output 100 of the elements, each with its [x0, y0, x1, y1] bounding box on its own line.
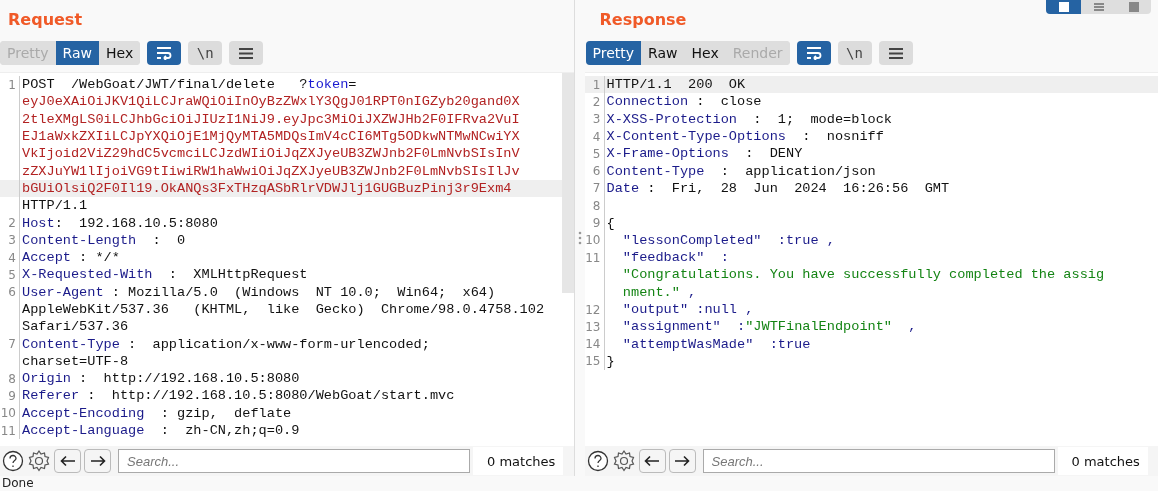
code-line: AppleWebKit/537.36 (KHTML, like Gecko) Chrome/98.0.4758.102 [21, 302, 545, 317]
code-line: HTTP/1.1 200 OK [605, 77, 746, 93]
code-line: X-Requested-With : XMLHttpRequest [21, 267, 308, 283]
layout-button[interactable] [1081, 0, 1116, 14]
help-icon[interactable] [586, 450, 609, 472]
line-number: 4 [584, 127, 605, 146]
code-line: "lessonCompleted" :true , [621, 232, 835, 248]
help-icon[interactable] [2, 450, 24, 472]
code-line: VkIjoid2ViZ29hdC5vcmciLCJzdWIiOiJqZXJyeUB3ZWJnb2F0LmNvbSIsInV [21, 146, 520, 162]
view-tab[interactable]: Pretty [585, 41, 642, 65]
code-line: Content-Length : 0 [21, 232, 186, 248]
newline-button[interactable]: \n [837, 41, 872, 65]
view-tab[interactable]: Raw [55, 41, 99, 65]
line-number: 12 [584, 300, 605, 319]
layout-button[interactable] [1046, 0, 1081, 14]
menu-button[interactable] [878, 41, 913, 65]
line-number: 14 [584, 335, 605, 353]
line-number: 2 [0, 214, 20, 232]
code-line: "assignment" :"JWTFinalEndpoint" , [621, 319, 917, 335]
scrollbar[interactable] [561, 73, 574, 293]
match-count: 0 matches [473, 447, 564, 475]
code-line: zZXJuYW1lIjoiVG9tIiwiRW1haWwiOiJqZXJyeUB3ZWJnb2F0LmNvbSIsIlJv [21, 163, 520, 179]
code-line: Accept : */* [21, 250, 120, 266]
code-line: Accept-Encoding : gzip, deflate [21, 405, 292, 421]
line-number: 7 [0, 335, 20, 353]
drag-handle-icon[interactable] [577, 230, 582, 246]
settings-icon[interactable] [27, 449, 51, 473]
line-number: 11 [584, 248, 605, 267]
code-line: Accept-Language : zh-CN,zh;q=0.9 [21, 423, 300, 439]
line-number: 1 [584, 76, 605, 94]
newline-button[interactable]: \n [188, 41, 223, 65]
layout-icon [1091, 1, 1106, 13]
pane-title: Request [8, 8, 83, 31]
right-arrow-icon [89, 455, 106, 467]
match-count: 0 matches [1057, 447, 1148, 475]
line-number: 8 [0, 370, 20, 388]
code-line: Host: 192.168.10.5:8080 [21, 215, 218, 231]
code-editor[interactable] [584, 72, 1158, 446]
line-number: 6 [0, 283, 20, 301]
code-editor[interactable] [0, 72, 574, 446]
line-number: 2 [584, 93, 605, 111]
menu-button[interactable] [229, 41, 264, 65]
code-line: X-Frame-Options : DENY [605, 146, 803, 162]
code-line: { [605, 215, 615, 231]
right-arrow-icon [674, 455, 690, 467]
line-number: 3 [584, 110, 605, 128]
line-number: 6 [584, 162, 605, 180]
pane-title: Response [599, 8, 687, 31]
line-number: 7 [584, 179, 605, 198]
line-number: 5 [584, 145, 605, 163]
line-number: 3 [0, 231, 20, 249]
code-line: bGUiOlsiQ2F0Il19.OkANQs3FxTHzqASbRlrVDWJlj1GUGBuzPinj3r9Exm4 [21, 180, 512, 196]
code-line: } [605, 353, 615, 369]
code-line: X-Content-Type-Options : nosniff [605, 129, 884, 145]
layout-icon [1126, 1, 1141, 13]
menu-icon [238, 46, 255, 60]
code-line: "attemptWasMade" :true [621, 336, 811, 352]
left-arrow-icon [644, 455, 660, 467]
layout-button[interactable] [1116, 0, 1151, 14]
line-number: 15 [584, 352, 605, 371]
code-line: Origin : http://192.168.10.5:8080 [21, 371, 300, 387]
code-line: Safari/537.36 [21, 319, 129, 335]
line-number: 9 [584, 214, 605, 232]
code-line: Referer : http://192.168.10.5:8080/WebGoat/start.mvc [21, 388, 455, 404]
wrap-icon [155, 46, 174, 60]
code-line: "Congratulations. You have successfully completed the assig [621, 267, 1105, 283]
line-number: 5 [0, 266, 20, 284]
search-field[interactable]: Search... [702, 449, 1055, 473]
code-line: POST /WebGoat/JWT/final/delete ?token= [21, 77, 357, 93]
line-number: 10 [0, 404, 20, 422]
settings-icon[interactable] [611, 449, 636, 473]
code-line: HTTP/1.1 [21, 198, 88, 214]
code-line: "feedback" : [621, 250, 729, 266]
code-line: nment." , [621, 284, 697, 300]
previous-button[interactable] [54, 449, 81, 473]
code-line: Date : Fri, 28 Jun 2024 16:26:56 GMT [605, 180, 950, 196]
line-number: 1 [0, 76, 20, 94]
previous-button[interactable] [638, 449, 666, 473]
line-number: 4 [0, 248, 20, 267]
next-button[interactable] [668, 449, 696, 473]
menu-icon [887, 46, 904, 60]
code-line: Content-Type : application/x-www-form-urlencoded; [21, 336, 430, 352]
code-line: charset=UTF-8 [21, 353, 129, 369]
line-number: 11 [0, 421, 20, 440]
line-number: 9 [0, 387, 20, 405]
layout-icon [1056, 1, 1071, 13]
code-line: EJ1aWxkZXIiLCJpYXQiOjE1MjQyMTA5MDQsImV4cCI6MTg5ODkwNTMwNCwiYX [21, 129, 520, 145]
left-arrow-icon [59, 455, 76, 467]
wrap-lines-button[interactable] [147, 41, 182, 65]
code-line: Connection : close [605, 94, 762, 110]
next-button[interactable] [84, 449, 111, 473]
wrap-lines-button[interactable] [796, 41, 831, 65]
line-number: 13 [584, 318, 605, 336]
search-field[interactable]: Search... [118, 449, 470, 473]
status-text: Done [1, 476, 35, 491]
code-line: X-XSS-Protection : 1; mode=block [605, 111, 893, 127]
code-line: 2tleXMgLS0iLCJhbGciOiJIUzI1NiJ9.eyJpc3MiOiJXZWJHb2F0IFRva2VuI [21, 111, 520, 127]
wrap-icon [804, 46, 823, 60]
code-line: "output" :null , [621, 302, 754, 317]
code-line: eyJ0eXAiOiJKV1QiLCJraWQiOiInOyBzZWxlY3QgJ01RPT0nIGZyb20gand0X [21, 94, 520, 110]
